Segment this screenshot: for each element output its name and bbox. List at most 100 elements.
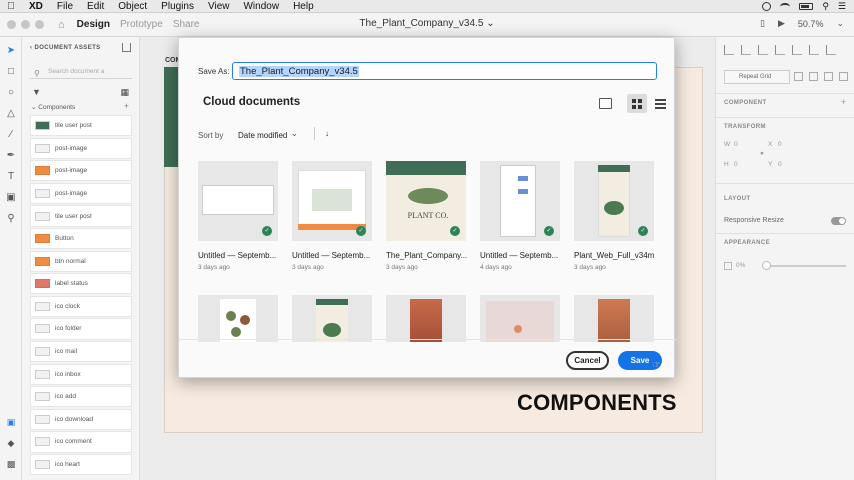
apple-menu-icon[interactable]:  (0, 1, 22, 12)
menu-window[interactable]: Window (236, 1, 286, 12)
component-item[interactable]: ico comment (30, 431, 132, 453)
file-tile[interactable]: ✓ Untitled — Septemb... 3 days ago (198, 161, 278, 271)
sort-by-dropdown[interactable]: Date modified (238, 131, 287, 140)
save-as-input[interactable]: The_Plant_Company_v34.5 (232, 62, 657, 80)
component-item[interactable]: post-image (30, 137, 132, 159)
opacity-slider-track[interactable] (764, 265, 846, 267)
component-item[interactable]: tile user post (30, 205, 132, 227)
battery-icon[interactable] (799, 2, 814, 10)
layers-icon[interactable]: ◆ (5, 438, 17, 450)
file-thumbnail[interactable] (574, 295, 654, 342)
plugins-icon[interactable]: ▩ (5, 459, 17, 471)
opacity-slider-handle[interactable] (762, 261, 771, 270)
assets-panel-icon[interactable]: ▣ (5, 417, 17, 429)
assets-header[interactable]: ‹ DOCUMENT ASSETS (30, 45, 101, 51)
align-middle-icon[interactable] (792, 45, 802, 55)
chevron-down-icon[interactable]: ⌄ (291, 129, 298, 138)
assets-search-input[interactable]: ⚲ Search document a (30, 65, 132, 79)
artboard-tool-icon[interactable]: ▣ (5, 192, 17, 204)
component-item[interactable]: ico download (30, 408, 132, 431)
boolean-intersect-icon[interactable] (824, 72, 833, 81)
boolean-subtract-icon[interactable] (809, 72, 818, 81)
components-section-header[interactable]: ⌄ Components (31, 103, 75, 111)
component-item[interactable]: ico mail (30, 340, 132, 363)
creative-cloud-icon[interactable] (762, 1, 772, 11)
component-item[interactable]: Button (30, 227, 132, 250)
grid-view-icon[interactable]: ▦ (120, 87, 129, 98)
polygon-tool-icon[interactable]: △ (5, 108, 17, 120)
component-item[interactable]: tile user post (30, 115, 132, 137)
opacity-value[interactable]: 0% (736, 262, 745, 269)
component-item[interactable]: label status (30, 273, 132, 295)
sort-direction-icon[interactable]: ↓ (325, 129, 329, 138)
grid-view-icon[interactable] (627, 94, 647, 113)
export-icon[interactable] (122, 43, 131, 52)
new-folder-icon[interactable] (599, 98, 612, 109)
filter-icon[interactable]: ▼ (32, 87, 41, 97)
zoom-level[interactable]: 50.7% (798, 19, 824, 29)
component-item[interactable]: ico heart (30, 453, 132, 476)
chevron-down-icon[interactable]: ⌄ (836, 18, 844, 29)
select-tool-icon[interactable]: ➤ (5, 45, 17, 57)
align-right-icon[interactable] (758, 45, 768, 55)
minimize-window-button[interactable] (21, 20, 30, 29)
file-tile[interactable]: ✓ Untitled — Septemb... 3 days ago (292, 161, 372, 271)
zoom-tool-icon[interactable]: ⚲ (5, 213, 17, 225)
file-thumbnail[interactable]: ✓ (480, 161, 560, 241)
responsive-resize-toggle[interactable] (831, 217, 846, 225)
search-icon[interactable]: ⚲ (822, 1, 829, 12)
file-thumbnail[interactable]: ✓ (292, 161, 372, 241)
align-left-icon[interactable] (724, 45, 734, 55)
document-title[interactable]: The_Plant_Company_v34.5 (359, 18, 483, 29)
file-thumbnail[interactable]: PLANT CO. ✓ (386, 161, 466, 241)
menu-app-name[interactable]: XD (22, 1, 50, 12)
chevron-down-icon[interactable]: ⌄ (486, 18, 494, 29)
rectangle-tool-icon[interactable]: □ (5, 66, 17, 78)
menu-list-icon[interactable]: ☰ (838, 1, 846, 12)
align-top-icon[interactable] (775, 45, 785, 55)
boolean-exclude-icon[interactable] (839, 72, 848, 81)
file-tile[interactable] (574, 295, 654, 342)
y-field[interactable]: 0 (778, 161, 782, 168)
line-tool-icon[interactable]: ∕ (5, 129, 17, 141)
lock-aspect-icon[interactable]: ● (760, 150, 764, 157)
file-thumbnail[interactable]: ✓ (198, 161, 278, 241)
file-thumbnail[interactable] (198, 295, 278, 342)
close-window-button[interactable] (7, 20, 16, 29)
tab-prototype[interactable]: Prototype (120, 19, 163, 30)
pen-tool-icon[interactable]: ✒ (5, 150, 17, 162)
file-thumbnail[interactable]: ✓ (574, 161, 654, 241)
menu-view[interactable]: View (201, 1, 237, 12)
component-item[interactable]: btn normal (30, 250, 132, 272)
width-field[interactable]: 0 (734, 141, 738, 148)
component-item[interactable]: ico clock (30, 295, 132, 318)
menu-file[interactable]: File (50, 1, 80, 12)
play-icon[interactable]: ▶ (778, 18, 785, 29)
add-component-icon[interactable]: + (841, 97, 846, 107)
file-tile[interactable]: PLANT CO. ✓ The_Plant_Company... 3 days … (386, 161, 467, 271)
file-thumbnail[interactable] (480, 295, 560, 342)
component-item[interactable]: ico folder (30, 318, 132, 340)
height-field[interactable]: 0 (734, 161, 738, 168)
file-tile[interactable] (292, 295, 372, 342)
component-item[interactable]: post-image (30, 182, 132, 205)
file-tile[interactable]: ✓ Untitled — Septemb... 4 days ago (480, 161, 560, 271)
align-bottom-icon[interactable] (809, 45, 819, 55)
file-thumbnail[interactable] (292, 295, 372, 342)
add-component-icon[interactable]: + (124, 101, 129, 111)
boolean-add-icon[interactable] (794, 72, 803, 81)
component-item[interactable]: ico inbox (30, 363, 132, 385)
menu-plugins[interactable]: Plugins (154, 1, 201, 12)
file-tile[interactable] (198, 295, 278, 342)
x-field[interactable]: 0 (778, 141, 782, 148)
text-tool-icon[interactable]: T (5, 171, 17, 183)
tab-share[interactable]: Share (173, 19, 200, 30)
repeat-grid-button[interactable]: Repeat Grid (724, 70, 790, 84)
file-tile[interactable] (386, 295, 466, 342)
tab-design[interactable]: Design (77, 19, 110, 30)
list-view-icon[interactable] (655, 98, 668, 109)
distribute-icon[interactable] (826, 45, 836, 55)
file-thumbnail[interactable] (386, 295, 466, 342)
align-center-icon[interactable] (741, 45, 751, 55)
component-item[interactable]: ico add (30, 386, 132, 408)
